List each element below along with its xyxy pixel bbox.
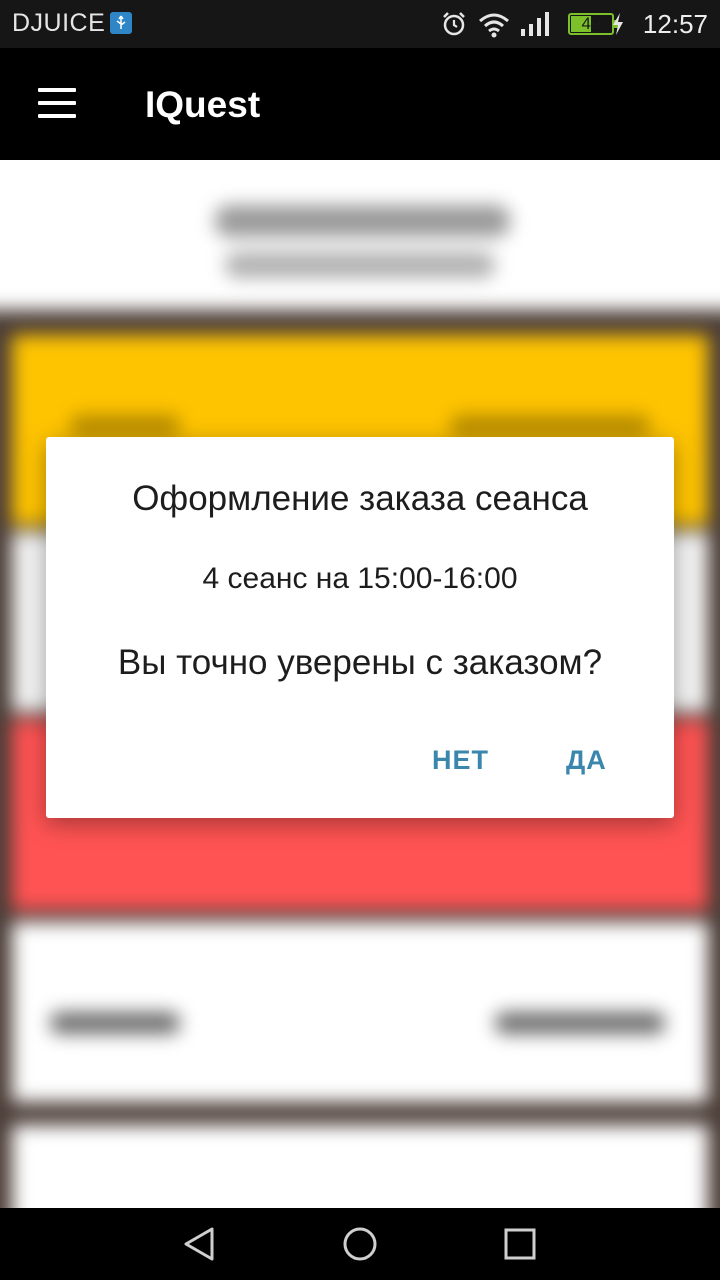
blurred-header-line (215, 205, 510, 237)
alarm-icon (443, 12, 465, 36)
blurred-header-line (225, 252, 495, 278)
status-bar: DJUICE 49 12:57 (0, 0, 720, 48)
order-confirmation-dialog: Оформление заказа сеанса 4 сеанс на 15:0… (46, 437, 674, 818)
blurred-text (450, 415, 650, 437)
usb-icon (110, 12, 132, 34)
status-time: 12:57 (642, 9, 708, 39)
no-button[interactable]: НЕТ (432, 745, 489, 776)
blurred-text (495, 1012, 665, 1034)
dialog-session-info: 4 сеанс на 15:00-16:00 (202, 562, 518, 595)
battery-level: 49 (581, 14, 601, 33)
carrier-name: DJUICE (12, 9, 106, 37)
session-card (12, 1125, 708, 1208)
charging-icon (613, 13, 623, 35)
signal-icon (521, 12, 549, 36)
yes-button[interactable]: ДА (566, 745, 607, 776)
blurred-text (50, 1012, 180, 1034)
home-icon[interactable] (342, 1226, 378, 1262)
navigation-bar (0, 1208, 720, 1280)
app-bar: IQuest (0, 48, 720, 160)
dialog-title: Оформление заказа сеанса (132, 479, 588, 518)
wifi-icon (479, 13, 509, 38)
back-icon[interactable] (182, 1226, 218, 1262)
recents-icon[interactable] (502, 1226, 538, 1262)
hamburger-menu-icon[interactable] (38, 88, 76, 118)
blurred-text (70, 415, 180, 437)
dialog-question: Вы точно уверены с заказом? (117, 643, 603, 682)
app-title: IQuest (145, 84, 261, 125)
